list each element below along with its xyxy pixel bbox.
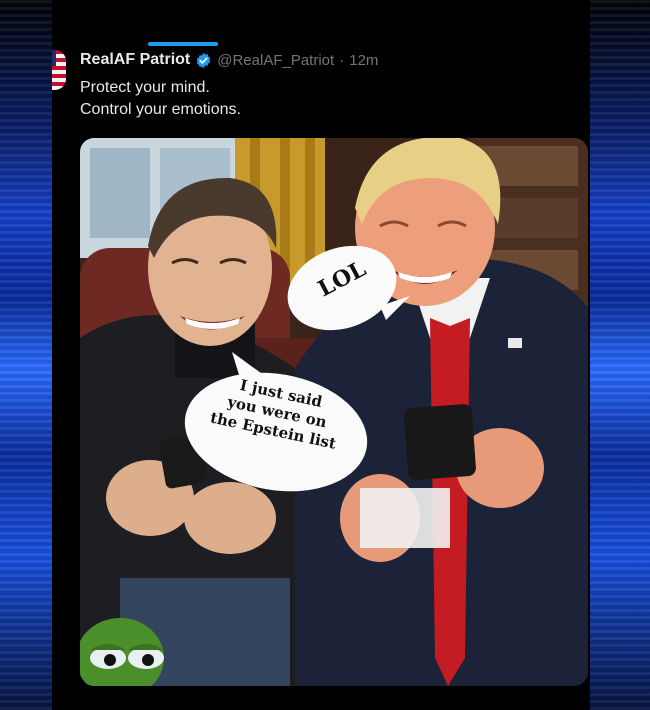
- timestamp[interactable]: 12m: [349, 52, 378, 69]
- avatar[interactable]: [52, 48, 68, 94]
- tweet-card[interactable]: RealAF Patriot @RealAF_Patriot · 12m Pro…: [52, 0, 590, 710]
- tweet-media-image[interactable]: LOL I just said you were on the Epstein …: [80, 138, 588, 686]
- flag-canton: [52, 50, 56, 66]
- tweet-header: RealAF Patriot @RealAF_Patriot · 12m: [80, 49, 378, 71]
- user-handle[interactable]: @RealAF_Patriot: [217, 52, 334, 69]
- tweet-text-line: Protect your mind.: [80, 79, 210, 96]
- tweet-text-line: Control your emotions.: [80, 101, 241, 118]
- display-name[interactable]: RealAF Patriot: [80, 51, 190, 69]
- tweet-text: Protect your mind. Control your emotions…: [80, 77, 241, 121]
- separator-dot: ·: [339, 51, 345, 69]
- verified-badge-icon: [197, 52, 211, 68]
- background-right-strip: [590, 0, 650, 710]
- background-left-strip: [0, 0, 52, 710]
- tab-indicator: [148, 42, 218, 46]
